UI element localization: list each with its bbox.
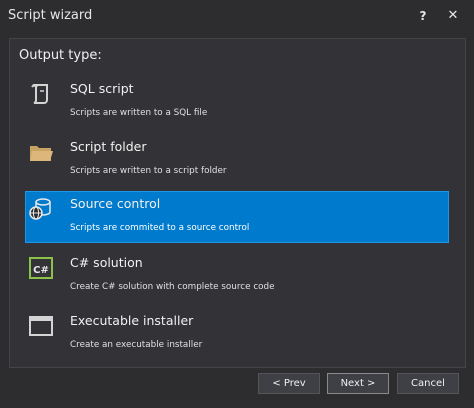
- option-description: Scripts are commited to a source control: [70, 223, 250, 233]
- installer-icon: [28, 313, 54, 339]
- option-description: Scripts are written to a script folder: [70, 166, 227, 176]
- option-title: SQL script: [70, 81, 134, 96]
- source-control-icon: [28, 196, 54, 222]
- option-executable-installer[interactable]: Executable installer Create an executabl…: [25, 308, 449, 360]
- help-button[interactable]: ?: [412, 5, 434, 27]
- next-button[interactable]: Next >: [327, 373, 389, 394]
- option-description: Create C# solution with complete source …: [70, 282, 275, 292]
- option-title: Script folder: [70, 139, 147, 154]
- csharp-icon-text: C#: [33, 265, 49, 276]
- option-source-control[interactable]: Source control Scripts are commited to a…: [25, 191, 449, 243]
- option-title: Executable installer: [70, 313, 194, 328]
- option-csharp-solution[interactable]: C# C# solution Create C# solution with c…: [25, 250, 449, 302]
- prev-button[interactable]: < Prev: [258, 373, 320, 394]
- option-description: Create an executable installer: [70, 340, 203, 350]
- title-bar: Script wizard ? ✕: [0, 0, 474, 32]
- folder-icon: [28, 139, 54, 165]
- option-description: Scripts are written to a SQL file: [70, 108, 208, 118]
- option-script-folder[interactable]: Script folder Scripts are written to a s…: [25, 134, 449, 186]
- sql-script-icon: [28, 81, 54, 107]
- option-title: Source control: [70, 196, 161, 211]
- option-sql-script[interactable]: SQL script Scripts are written to a SQL …: [25, 76, 449, 128]
- csharp-icon: C#: [28, 255, 54, 281]
- cancel-button[interactable]: Cancel: [397, 373, 459, 394]
- close-button[interactable]: ✕: [442, 5, 464, 27]
- option-title: C# solution: [70, 255, 143, 270]
- output-type-label: Output type:: [19, 48, 102, 63]
- script-wizard-dialog: Script wizard ? ✕ Output type: SQL scrip…: [0, 0, 474, 408]
- window-title: Script wizard: [8, 8, 93, 23]
